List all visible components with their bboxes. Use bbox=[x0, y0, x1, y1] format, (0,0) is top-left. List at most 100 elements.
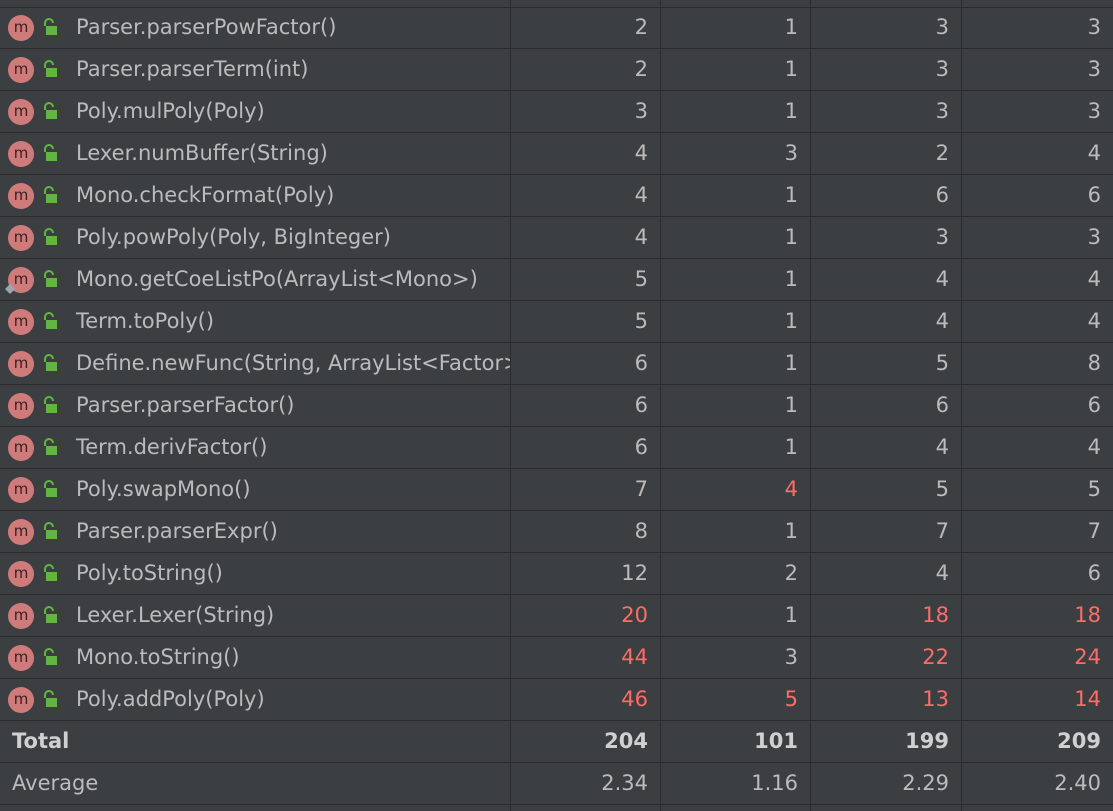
method-m-icon: m bbox=[8, 477, 34, 503]
metric-4-value: 5 bbox=[1087, 477, 1101, 501]
method-m-icon: m bbox=[8, 57, 34, 83]
method-name-cell: m Parser.parserTerm(int) bbox=[0, 49, 510, 90]
metric-2-value: 1 bbox=[784, 57, 798, 81]
total-row-metric-3: 199 bbox=[905, 729, 949, 753]
metric-2-value: 1 bbox=[784, 393, 798, 417]
table-row[interactable]: m Parser.parserExpr() 8 1 7 7 bbox=[0, 511, 1113, 553]
metric-4-value: 6 bbox=[1087, 561, 1101, 585]
metric-3-value: 2 bbox=[935, 141, 949, 165]
method-name-label: Parser.parserPowFactor() bbox=[76, 15, 337, 39]
metric-1-value: 12 bbox=[621, 561, 648, 585]
method-m-icon: m bbox=[8, 99, 34, 125]
metric-1-value: 8 bbox=[634, 519, 648, 543]
table-row[interactable]: m Mono.toString() 44 3 22 24 bbox=[0, 637, 1113, 679]
metric-4-value: 3 bbox=[1087, 57, 1101, 81]
method-m-icon: m bbox=[8, 15, 34, 41]
total-row-label: Total bbox=[12, 729, 70, 753]
metric-1-value: 5 bbox=[634, 267, 648, 291]
method-m-icon: m bbox=[8, 351, 34, 377]
metric-2-value: 1 bbox=[784, 309, 798, 333]
metric-3-value: 3 bbox=[935, 99, 949, 123]
table-row[interactable]: m Mono.getCoeListPo(ArrayList<Mono>) 5 1… bbox=[0, 259, 1113, 301]
public-lock-icon bbox=[44, 312, 57, 329]
method-name-cell: m Poly.addPoly(Poly) bbox=[0, 679, 510, 720]
method-name-label: Term.toPoly() bbox=[76, 309, 215, 333]
public-lock-icon bbox=[44, 186, 57, 203]
method-name-label: Mono.checkFormat(Poly) bbox=[76, 183, 335, 207]
metric-2-value: 1 bbox=[784, 99, 798, 123]
metric-2-value: 1 bbox=[784, 603, 798, 627]
metric-4-value: 6 bbox=[1087, 393, 1101, 417]
total-row-metric-2: 101 bbox=[754, 729, 798, 753]
average-row-metric-3: 2.29 bbox=[902, 771, 949, 795]
method-name-cell: m Parser.parserExpr() bbox=[0, 511, 510, 552]
public-lock-icon bbox=[44, 480, 57, 497]
public-lock-icon bbox=[44, 606, 57, 623]
average-row-metric-4: 2.40 bbox=[1054, 771, 1101, 795]
table-row[interactable]: m Lexer.numBuffer(String) 4 3 2 4 bbox=[0, 133, 1113, 175]
metric-3-value: 6 bbox=[935, 183, 949, 207]
method-name-label: Parser.parserExpr() bbox=[76, 519, 278, 543]
table-row[interactable]: m Define.newFunc(String, ArrayList<Facto… bbox=[0, 343, 1113, 385]
metric-1-value: 6 bbox=[634, 393, 648, 417]
table-row[interactable]: m Poly.powPoly(Poly, BigInteger) 4 1 3 3 bbox=[0, 217, 1113, 259]
metric-3-value: 7 bbox=[935, 519, 949, 543]
table-row[interactable]: m Parser.parserPowFactor() 2 1 3 3 bbox=[0, 7, 1113, 49]
metric-1-value: 46 bbox=[621, 687, 648, 711]
metric-2-value: 1 bbox=[784, 15, 798, 39]
metric-1-value: 44 bbox=[621, 645, 648, 669]
table-row[interactable]: m Lexer.Lexer(String) 20 1 18 18 bbox=[0, 595, 1113, 637]
method-name-cell: m Mono.checkFormat(Poly) bbox=[0, 175, 510, 216]
metric-1-value: 6 bbox=[634, 435, 648, 459]
method-name-cell: m Define.newFunc(String, ArrayList<Facto… bbox=[0, 343, 510, 384]
method-name-cell: m Mono.getCoeListPo(ArrayList<Mono>) bbox=[0, 259, 510, 300]
metric-3-value: 4 bbox=[935, 561, 949, 585]
metric-1-value: 5 bbox=[634, 309, 648, 333]
metric-4-value: 24 bbox=[1074, 645, 1101, 669]
average-row-metric-2: 1.16 bbox=[751, 771, 798, 795]
table-row[interactable]: m Poly.addPoly(Poly) 46 5 13 14 bbox=[0, 679, 1113, 721]
table-row[interactable]: m Poly.mulPoly(Poly) 3 1 3 3 bbox=[0, 91, 1113, 133]
metric-4-value: 7 bbox=[1087, 519, 1101, 543]
metric-1-value: 6 bbox=[634, 351, 648, 375]
method-name-cell: m Term.toPoly() bbox=[0, 301, 510, 342]
method-m-icon: m bbox=[8, 309, 34, 335]
method-name-label: Poly.powPoly(Poly, BigInteger) bbox=[76, 225, 391, 249]
metric-4-value: 8 bbox=[1087, 351, 1101, 375]
metric-4-value: 4 bbox=[1087, 435, 1101, 459]
table-row[interactable]: m Poly.swapMono() 7 4 5 5 bbox=[0, 469, 1113, 511]
total-row-metric-1: 204 bbox=[604, 729, 648, 753]
metric-4-value: 3 bbox=[1087, 99, 1101, 123]
table-row[interactable]: m Term.derivFactor() 6 1 4 4 bbox=[0, 427, 1113, 469]
metric-1-value: 2 bbox=[634, 57, 648, 81]
method-name-label: Lexer.Lexer(String) bbox=[76, 603, 275, 627]
method-name-cell: m Poly.swapMono() bbox=[0, 469, 510, 510]
total-row: Total 204 101 199 209 bbox=[0, 721, 1113, 763]
metric-4-value: 4 bbox=[1087, 267, 1101, 291]
metric-4-value: 3 bbox=[1087, 225, 1101, 249]
table-row[interactable]: m Parser.parserFactor() 6 1 6 6 bbox=[0, 385, 1113, 427]
metric-1-value: 20 bbox=[621, 603, 648, 627]
total-row-metric-4: 209 bbox=[1057, 729, 1101, 753]
public-lock-icon bbox=[44, 60, 57, 77]
diamond-marker-icon bbox=[5, 284, 15, 294]
metric-3-value: 4 bbox=[935, 267, 949, 291]
table-row[interactable]: m Mono.checkFormat(Poly) 4 1 6 6 bbox=[0, 175, 1113, 217]
method-name-label: Parser.parserFactor() bbox=[76, 393, 295, 417]
metric-4-value: 18 bbox=[1074, 603, 1101, 627]
method-name-cell: m Poly.toString() bbox=[0, 553, 510, 594]
table-row[interactable]: m Term.toPoly() 5 1 4 4 bbox=[0, 301, 1113, 343]
metric-3-value: 3 bbox=[935, 225, 949, 249]
public-lock-icon bbox=[44, 564, 57, 581]
table-row[interactable]: m Poly.toString() 12 2 4 6 bbox=[0, 553, 1113, 595]
method-m-icon: m bbox=[8, 141, 34, 167]
metric-3-value: 4 bbox=[935, 435, 949, 459]
metric-1-value: 4 bbox=[634, 225, 648, 249]
method-name-label: Mono.getCoeListPo(ArrayList<Mono>) bbox=[76, 267, 478, 291]
metric-1-value: 4 bbox=[634, 183, 648, 207]
metric-1-value: 2 bbox=[634, 15, 648, 39]
table-row[interactable]: m Parser.parserTerm(int) 2 1 3 3 bbox=[0, 49, 1113, 91]
public-lock-icon bbox=[44, 438, 57, 455]
metric-3-value: 3 bbox=[935, 15, 949, 39]
average-row-label: Average bbox=[12, 771, 99, 795]
